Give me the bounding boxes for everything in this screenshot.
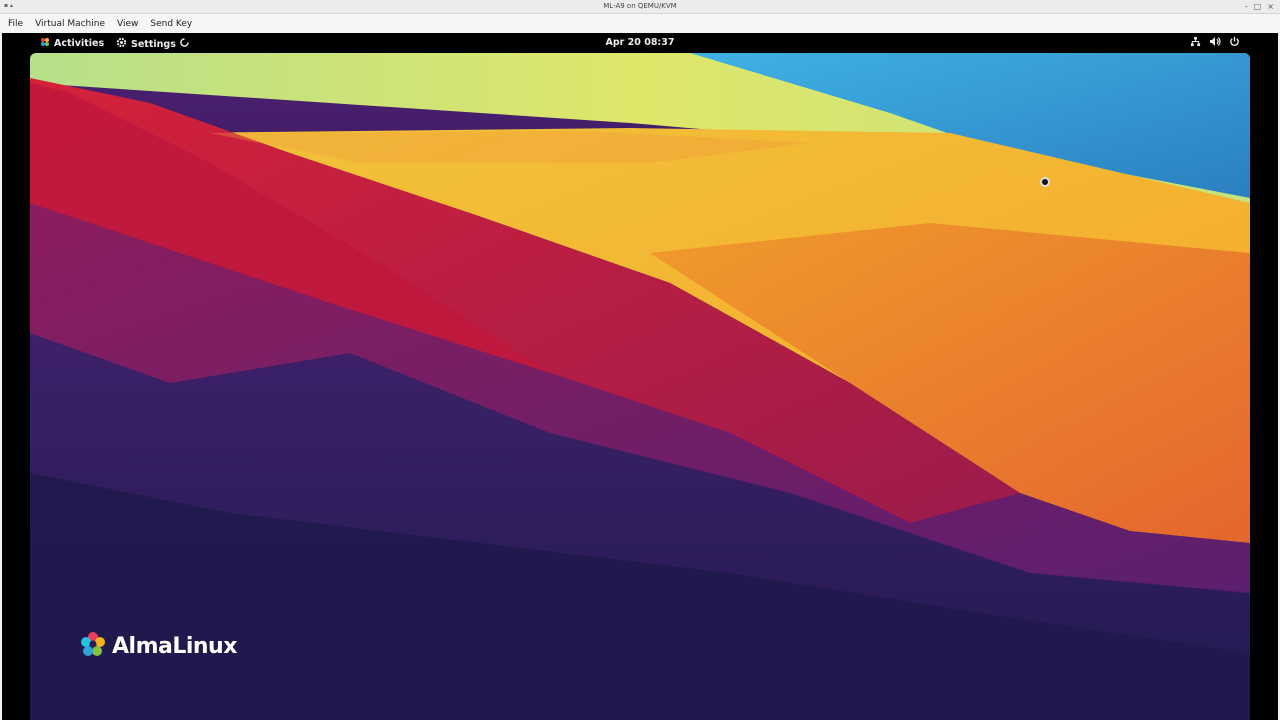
gnome-top-bar: Activities Settings Apr 20 08:37 bbox=[2, 33, 1278, 53]
menu-file[interactable]: File bbox=[4, 19, 27, 29]
window-title: ML-A9 on QEMU/KVM bbox=[603, 2, 677, 10]
maximize-button[interactable]: □ bbox=[1254, 2, 1262, 11]
wallpaper-image bbox=[30, 53, 1250, 720]
almalinux-flower-icon bbox=[78, 629, 108, 663]
clock-area: Apr 20 08:37 bbox=[2, 37, 1278, 48]
mouse-pointer bbox=[1040, 177, 1050, 187]
menu-virtual-machine[interactable]: Virtual Machine bbox=[31, 19, 109, 29]
clock-button[interactable]: Apr 20 08:37 bbox=[606, 37, 675, 48]
volume-icon[interactable] bbox=[1209, 36, 1221, 47]
menu-send-key[interactable]: Send Key bbox=[146, 19, 196, 29]
vm-display[interactable]: Activities Settings Apr 20 08:37 AlmaLin… bbox=[2, 33, 1278, 720]
power-icon[interactable] bbox=[1229, 36, 1240, 47]
host-titlebar: ▪ ▴ ML-A9 on QEMU/KVM - □ × bbox=[0, 0, 1280, 14]
window-controls: - □ × bbox=[1245, 2, 1274, 11]
minimize-button[interactable]: - bbox=[1245, 2, 1248, 11]
almalinux-brand-text: AlmaLinux bbox=[112, 633, 237, 659]
menu-view[interactable]: View bbox=[113, 19, 142, 29]
network-icon[interactable] bbox=[1190, 36, 1201, 47]
almalinux-logo: AlmaLinux bbox=[78, 629, 237, 663]
host-menubar: File Virtual Machine View Send Key bbox=[0, 14, 1280, 33]
desktop-wallpaper[interactable]: AlmaLinux bbox=[30, 53, 1250, 720]
close-button[interactable]: × bbox=[1267, 2, 1274, 11]
status-area[interactable] bbox=[1190, 36, 1240, 47]
